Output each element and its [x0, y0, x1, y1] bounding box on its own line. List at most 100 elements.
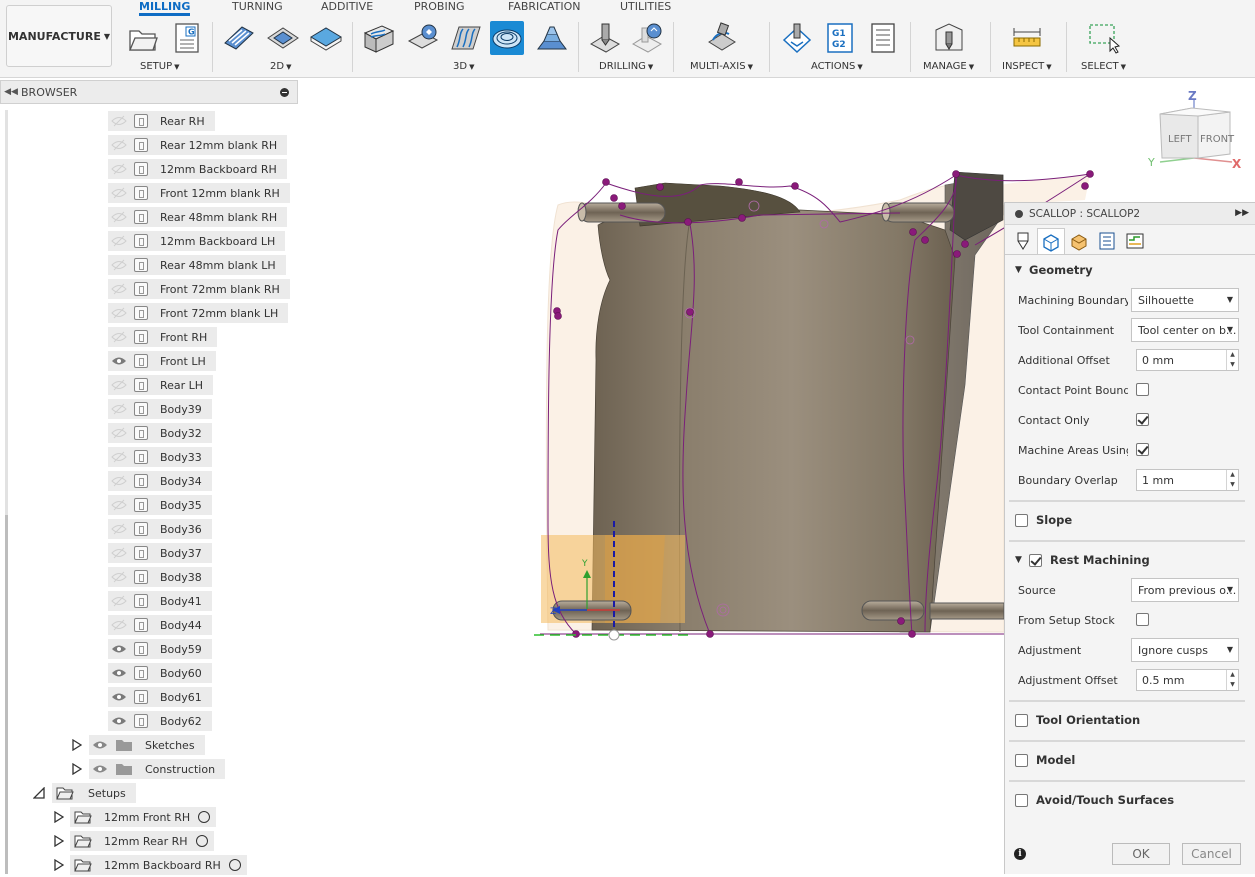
steep-shallow-icon[interactable]: [449, 21, 483, 55]
browser-scrollbar[interactable]: [5, 110, 8, 874]
from-setup-stock-checkbox[interactable]: [1136, 613, 1149, 626]
browser-body-row[interactable]: 12mm Backboard RH: [108, 159, 287, 179]
hidden-eye-icon[interactable]: [108, 451, 130, 463]
visibility-eye-icon[interactable]: [108, 692, 130, 702]
hidden-eye-icon[interactable]: [108, 547, 130, 559]
group-setup[interactable]: SETUP ▼: [140, 61, 180, 72]
collapse-triangle-icon[interactable]: [33, 787, 45, 799]
browser-options-icon[interactable]: [280, 88, 289, 97]
browser-body-row[interactable]: Rear 48mm blank LH: [108, 255, 286, 275]
browser-folder-construction[interactable]: Construction: [89, 759, 226, 779]
hidden-eye-icon[interactable]: [108, 379, 130, 391]
hidden-eye-icon[interactable]: [108, 427, 130, 439]
group-select[interactable]: SELECT ▼: [1081, 61, 1126, 72]
group-manage[interactable]: MANAGE ▼: [923, 61, 974, 72]
hidden-eye-icon[interactable]: [108, 259, 130, 271]
browser-body-row[interactable]: Body32: [108, 423, 212, 443]
collapse-browser-icon[interactable]: ◀◀: [1, 87, 21, 97]
dialog-pin-icon[interactable]: [1015, 209, 1023, 218]
browser-body-row[interactable]: Front 72mm blank RH: [108, 279, 290, 299]
measure-icon[interactable]: [1010, 21, 1044, 55]
additional-offset-input[interactable]: 0 mm ▲ ▼: [1136, 349, 1239, 371]
ok-button[interactable]: OK: [1112, 843, 1170, 865]
browser-scrollbar-thumb[interactable]: [5, 515, 8, 874]
hidden-eye-icon[interactable]: [108, 283, 130, 295]
expand-dialog-icon[interactable]: ▶▶: [1235, 208, 1249, 218]
spinner-arrows-icon[interactable]: ▲ ▼: [1226, 350, 1238, 370]
hidden-eye-icon[interactable]: [108, 595, 130, 607]
contact-point-boundary-checkbox[interactable]: [1136, 383, 1149, 396]
tool-containment-select[interactable]: Tool center on b... ▼: [1131, 318, 1239, 342]
browser-body-row[interactable]: Body33: [108, 447, 212, 467]
visibility-eye-icon[interactable]: [89, 740, 111, 750]
browser-setup-row[interactable]: 12mm Backboard RH: [70, 855, 247, 875]
multi-axis-icon[interactable]: [705, 21, 739, 55]
post-process-icon[interactable]: G1 G2: [823, 21, 857, 55]
browser-folder-sketches[interactable]: Sketches: [89, 735, 205, 755]
rest-machining-checkbox[interactable]: [1029, 553, 1042, 567]
tab-utilities[interactable]: UTILITIES: [620, 0, 671, 14]
expand-triangle-icon[interactable]: [72, 739, 82, 751]
rest-machining-section-toggle[interactable]: ▼ Rest Machining: [1015, 553, 1150, 567]
browser-body-row[interactable]: Rear 12mm blank RH: [108, 135, 288, 155]
hidden-eye-icon[interactable]: [108, 211, 130, 223]
slope-checkbox[interactable]: [1015, 513, 1028, 527]
new-setup-icon[interactable]: [126, 21, 160, 55]
machine-areas-checkbox[interactable]: [1136, 443, 1149, 456]
group-actions[interactable]: ACTIONS ▼: [811, 61, 863, 72]
face-icon[interactable]: [309, 21, 343, 55]
2d-pocket-icon[interactable]: [222, 21, 256, 55]
visibility-eye-icon[interactable]: [89, 764, 111, 774]
browser-body-row[interactable]: Front 12mm blank RH: [108, 183, 290, 203]
group-2d[interactable]: 2D ▼: [270, 61, 291, 72]
hidden-eye-icon[interactable]: [108, 571, 130, 583]
view-cube[interactable]: LEFT FRONT Z X Y: [1147, 86, 1248, 176]
machining-boundary-select[interactable]: Silhouette ▼: [1131, 288, 1239, 312]
visibility-eye-icon[interactable]: [108, 716, 130, 726]
avoid-touch-section-toggle[interactable]: Avoid/Touch Surfaces: [1015, 793, 1174, 807]
expand-triangle-icon[interactable]: [54, 835, 64, 847]
tool-tab-icon[interactable]: [1009, 228, 1037, 254]
expand-triangle-icon[interactable]: [54, 811, 64, 823]
adaptive-clearing-icon[interactable]: [362, 21, 396, 55]
pocket-clearing-icon[interactable]: [406, 21, 440, 55]
dialog-header[interactable]: SCALLOP : SCALLOP2 ▶▶: [1005, 203, 1255, 225]
hidden-eye-icon[interactable]: [108, 115, 130, 127]
browser-body-row[interactable]: Body41: [108, 591, 212, 611]
browser-body-row[interactable]: Body36: [108, 519, 212, 539]
contact-only-checkbox[interactable]: [1136, 413, 1149, 426]
tool-orientation-section-toggle[interactable]: Tool Orientation: [1015, 713, 1140, 727]
browser-body-row[interactable]: Body59: [108, 639, 212, 659]
spinner-arrows-icon[interactable]: ▲ ▼: [1226, 470, 1238, 490]
browser-body-row[interactable]: Front RH: [108, 327, 218, 347]
slope-section-toggle[interactable]: Slope: [1015, 513, 1072, 527]
visibility-eye-icon[interactable]: [108, 668, 130, 678]
hidden-eye-icon[interactable]: [108, 187, 130, 199]
browser-body-row[interactable]: Body38: [108, 567, 212, 587]
expand-triangle-icon[interactable]: [54, 859, 64, 871]
hidden-eye-icon[interactable]: [108, 139, 130, 151]
group-drilling[interactable]: DRILLING ▼: [599, 61, 653, 72]
browser-body-row[interactable]: Front LH: [108, 351, 216, 371]
selection-box-icon[interactable]: [1088, 21, 1122, 55]
linking-tab-icon[interactable]: [1121, 228, 1149, 254]
hidden-eye-icon[interactable]: [108, 499, 130, 511]
tool-orientation-checkbox[interactable]: [1015, 713, 1028, 727]
scallop-icon[interactable]: [490, 21, 524, 55]
browser-setup-row[interactable]: 12mm Rear RH: [70, 831, 214, 851]
hidden-eye-icon[interactable]: [108, 331, 130, 343]
browser-body-row[interactable]: Body37: [108, 543, 212, 563]
group-3d[interactable]: 3D ▼: [453, 61, 474, 72]
probe-icon[interactable]: [631, 21, 665, 55]
hidden-eye-icon[interactable]: [108, 523, 130, 535]
group-inspect[interactable]: INSPECT ▼: [1002, 61, 1052, 72]
visibility-eye-icon[interactable]: [108, 644, 130, 654]
hidden-eye-icon[interactable]: [108, 403, 130, 415]
hidden-eye-icon[interactable]: [108, 163, 130, 175]
spinner-arrows-icon[interactable]: ▲ ▼: [1226, 670, 1238, 690]
browser-body-row[interactable]: Body35: [108, 495, 212, 515]
browser-body-row[interactable]: Rear RH: [108, 111, 215, 131]
workspace-switcher[interactable]: MANUFACTURE ▼: [6, 5, 112, 67]
cancel-button[interactable]: Cancel: [1182, 843, 1241, 865]
setup-sheet-icon[interactable]: [866, 21, 900, 55]
